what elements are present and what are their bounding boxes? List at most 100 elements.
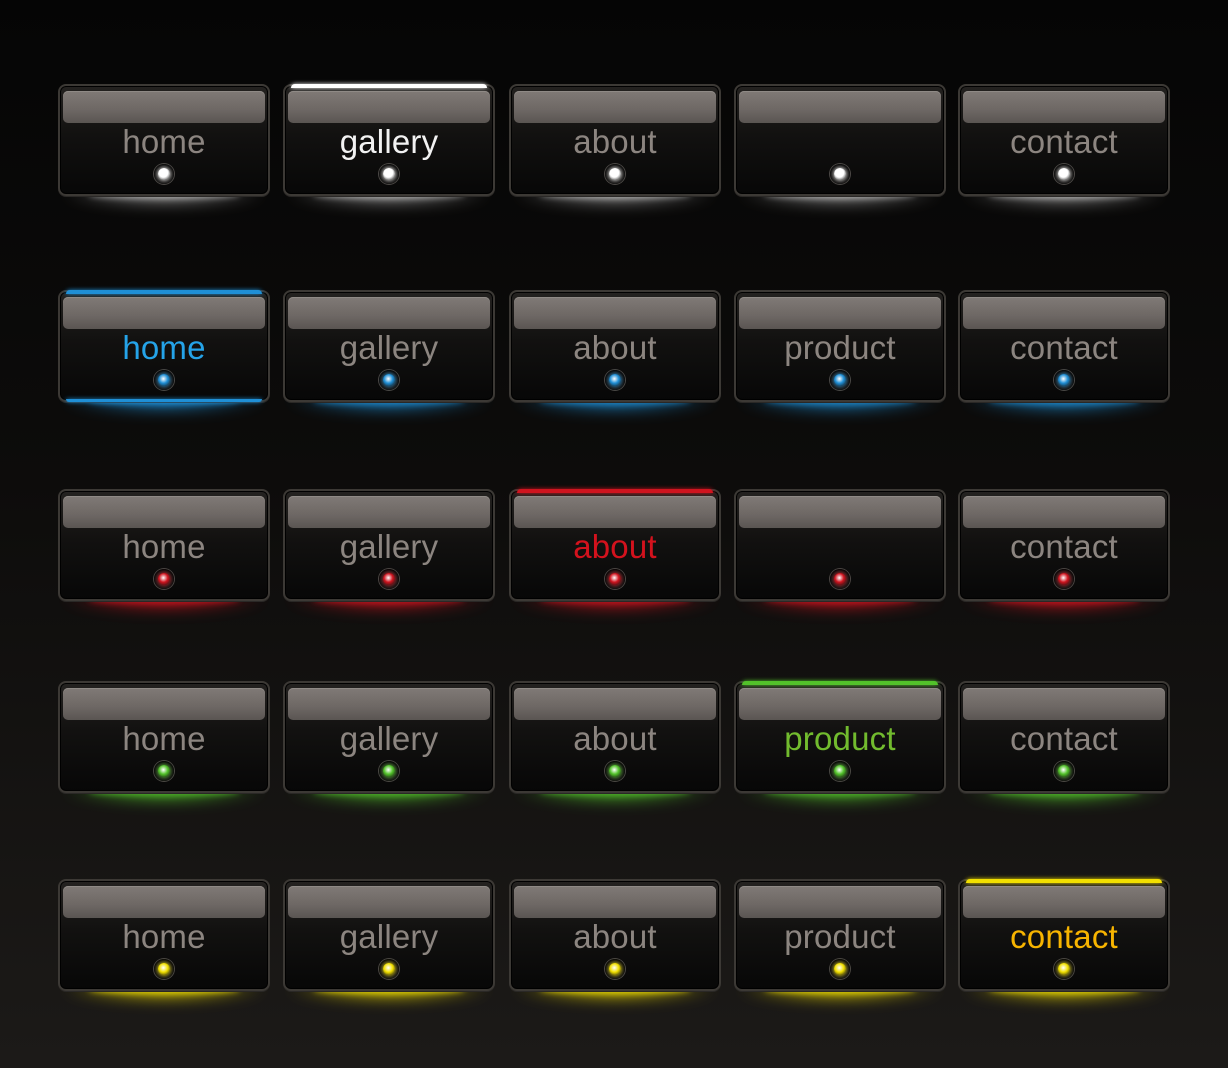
button-label: home xyxy=(122,720,206,757)
active-top-line xyxy=(291,84,487,88)
nav-button-about[interactable]: about xyxy=(509,84,721,196)
button-gloss xyxy=(288,496,490,528)
nav-button-wrap: contact xyxy=(958,290,1170,440)
nav-button-gallery[interactable]: gallery xyxy=(283,879,495,991)
nav-button-wrap: home xyxy=(58,84,270,234)
nav-button-home[interactable]: home xyxy=(58,290,270,402)
nav-button-about[interactable]: about xyxy=(509,489,721,601)
nav-button-wrap: product xyxy=(734,290,946,440)
nav-button-gallery[interactable]: gallery xyxy=(283,84,495,196)
active-top-line xyxy=(742,681,938,685)
nav-button-product[interactable]: product xyxy=(734,879,946,991)
indicator-light-icon xyxy=(379,164,399,184)
active-top-line xyxy=(517,489,713,493)
button-row-yellow: home gallery about product contact xyxy=(58,879,1170,1029)
button-gloss xyxy=(739,886,941,918)
nav-button-wrap: gallery xyxy=(283,879,495,1029)
button-label: contact xyxy=(1010,329,1118,366)
nav-button-wrap: contact xyxy=(958,489,1170,639)
nav-button-wrap: product xyxy=(734,681,946,831)
nav-button-blank[interactable] xyxy=(734,489,946,601)
button-gloss xyxy=(514,91,716,123)
indicator-light-icon xyxy=(1054,569,1074,589)
button-gloss xyxy=(288,297,490,329)
button-label: product xyxy=(784,918,896,955)
indicator-light-icon xyxy=(154,569,174,589)
nav-button-wrap: contact xyxy=(958,879,1170,1029)
button-sheet: { "rows": [ { "theme": "white", "accent"… xyxy=(0,0,1228,1068)
button-gloss xyxy=(514,297,716,329)
button-label: about xyxy=(573,329,657,366)
nav-button-contact[interactable]: contact xyxy=(958,879,1170,991)
nav-button-wrap: about xyxy=(509,879,721,1029)
active-top-line xyxy=(66,290,262,294)
button-label: gallery xyxy=(339,720,439,757)
nav-button-home[interactable]: home xyxy=(58,879,270,991)
button-label: contact xyxy=(1010,720,1118,757)
nav-button-wrap xyxy=(734,84,946,234)
button-gloss xyxy=(63,688,265,720)
indicator-light-icon xyxy=(1054,370,1074,390)
nav-button-contact[interactable]: contact xyxy=(958,489,1170,601)
nav-button-wrap: about xyxy=(509,489,721,639)
indicator-light-icon xyxy=(379,959,399,979)
nav-button-blank[interactable] xyxy=(734,84,946,196)
nav-button-wrap: about xyxy=(509,290,721,440)
active-bottom-line xyxy=(66,399,262,402)
nav-button-gallery[interactable]: gallery xyxy=(283,290,495,402)
indicator-light-icon xyxy=(605,569,625,589)
indicator-light-icon xyxy=(605,370,625,390)
indicator-light-icon xyxy=(830,370,850,390)
nav-button-home[interactable]: home xyxy=(58,84,270,196)
button-gloss xyxy=(963,886,1165,918)
nav-button-wrap: about xyxy=(509,84,721,234)
button-gloss xyxy=(63,886,265,918)
button-label: product xyxy=(784,720,896,757)
nav-button-home[interactable]: home xyxy=(58,681,270,793)
button-gloss xyxy=(963,297,1165,329)
button-gloss xyxy=(63,91,265,123)
button-gloss xyxy=(63,496,265,528)
nav-button-product[interactable]: product xyxy=(734,681,946,793)
nav-button-about[interactable]: about xyxy=(509,879,721,991)
indicator-light-icon xyxy=(830,959,850,979)
button-gloss xyxy=(739,297,941,329)
indicator-light-icon xyxy=(830,569,850,589)
button-label: home xyxy=(122,528,206,565)
button-gloss xyxy=(739,496,941,528)
indicator-light-icon xyxy=(154,959,174,979)
indicator-light-icon xyxy=(379,370,399,390)
indicator-light-icon xyxy=(605,959,625,979)
nav-button-about[interactable]: about xyxy=(509,290,721,402)
button-label: gallery xyxy=(339,123,439,160)
button-label: about xyxy=(573,123,657,160)
nav-button-wrap: contact xyxy=(958,84,1170,234)
indicator-light-icon xyxy=(605,761,625,781)
button-label: gallery xyxy=(339,918,439,955)
nav-button-contact[interactable]: contact xyxy=(958,681,1170,793)
nav-button-product[interactable]: product xyxy=(734,290,946,402)
nav-button-contact[interactable]: contact xyxy=(958,290,1170,402)
button-label: about xyxy=(573,528,657,565)
indicator-light-icon xyxy=(154,164,174,184)
button-label: contact xyxy=(1010,123,1118,160)
button-gloss xyxy=(963,688,1165,720)
indicator-light-icon xyxy=(1054,164,1074,184)
button-gloss xyxy=(739,688,941,720)
nav-button-about[interactable]: about xyxy=(509,681,721,793)
button-gloss xyxy=(963,91,1165,123)
indicator-light-icon xyxy=(605,164,625,184)
button-label: gallery xyxy=(339,528,439,565)
indicator-light-icon xyxy=(379,569,399,589)
nav-button-wrap: gallery xyxy=(283,681,495,831)
nav-button-contact[interactable]: contact xyxy=(958,84,1170,196)
nav-button-gallery[interactable]: gallery xyxy=(283,681,495,793)
indicator-light-icon xyxy=(1054,761,1074,781)
nav-button-gallery[interactable]: gallery xyxy=(283,489,495,601)
nav-button-home[interactable]: home xyxy=(58,489,270,601)
button-gloss xyxy=(963,496,1165,528)
nav-button-wrap: gallery xyxy=(283,290,495,440)
button-label: about xyxy=(573,918,657,955)
button-label: gallery xyxy=(339,329,439,366)
nav-button-wrap: home xyxy=(58,879,270,1029)
